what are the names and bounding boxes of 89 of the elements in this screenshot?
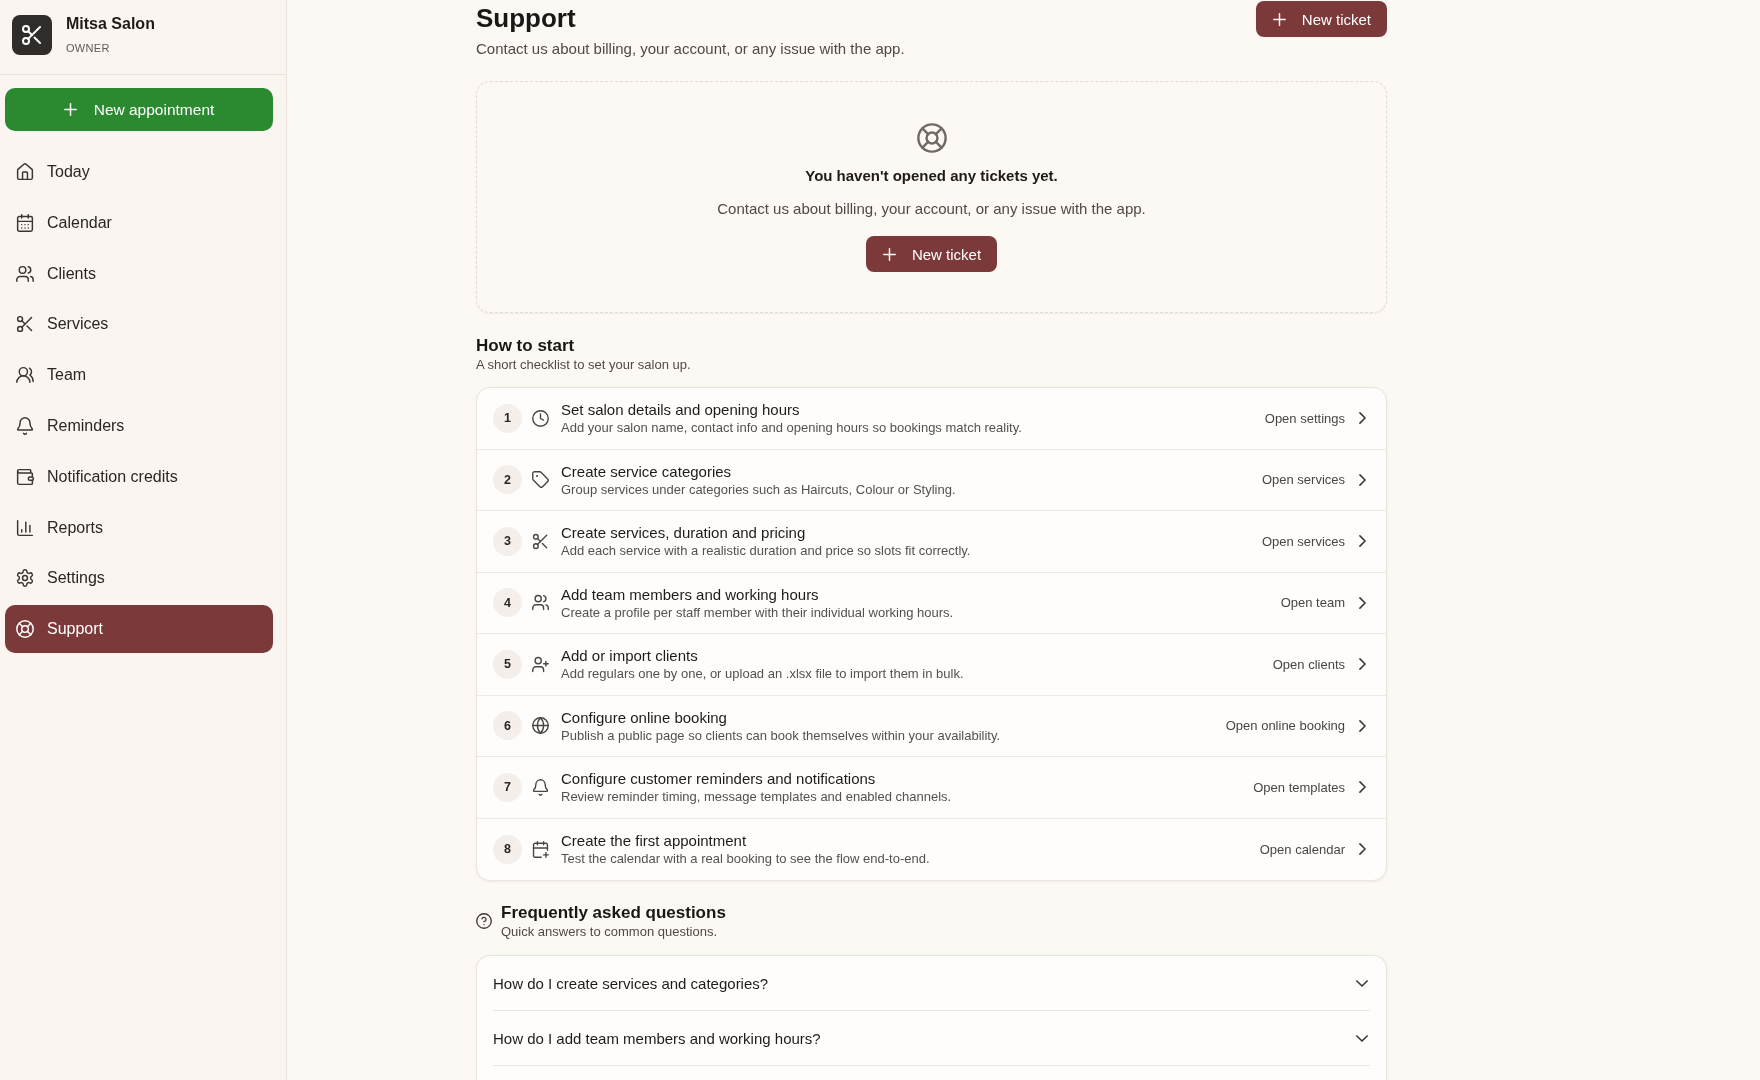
sidebar-item[interactable]: Notification credits [5, 452, 273, 501]
step-description: Add each service with a realistic duration and price so slots fit correctly. [561, 542, 972, 560]
step-number: 8 [493, 834, 522, 864]
calendar-icon [16, 213, 34, 232]
plus-icon [63, 103, 77, 116]
users-icon [532, 594, 549, 612]
chevron-right-icon [1359, 719, 1366, 732]
step-link[interactable]: Open clients [1272, 656, 1366, 672]
chevron-right-icon [1359, 473, 1366, 486]
chevron-right-icon [1359, 843, 1366, 856]
page-title: Support [476, 2, 577, 34]
step-number: 4 [493, 588, 522, 618]
step-link[interactable]: Open services [1261, 472, 1366, 488]
step-link[interactable]: Open templates [1253, 779, 1366, 795]
users-icon [16, 366, 34, 385]
step-title: Set salon details and opening hours [561, 400, 801, 420]
step-description: Add regulars one by one, or upload an .xlsx file to import them in bulk. [561, 665, 965, 683]
step-link[interactable]: Open calendar [1259, 841, 1366, 857]
user-role: OWNER [66, 41, 111, 55]
sidebar-item[interactable]: Reports [5, 503, 273, 552]
faq-item[interactable]: How do I create services and categories? [493, 956, 1370, 1011]
lifebuoy-icon [916, 123, 947, 153]
section-subtitle: Quick answers to common questions. [501, 924, 719, 940]
step-title: Add team members and working hours [561, 584, 820, 604]
users-icon [16, 264, 34, 283]
step-link[interactable]: Open services [1261, 533, 1366, 549]
sidebar-item[interactable]: Services [5, 300, 273, 349]
empty-state-title: You haven't opened any tickets yet. [805, 167, 1058, 185]
section-subtitle: A short checklist to set your salon up. [476, 357, 692, 373]
sidebar-item[interactable]: Today [5, 148, 273, 196]
step-title: Configure online booking [561, 707, 728, 727]
page-subtitle: Contact us about billing, your account, or any issue with the app. [476, 39, 905, 59]
empty-state-description: Contact us about billing, your account, or any issue with the app. [717, 200, 1146, 218]
chevron-right-icon [1359, 535, 1366, 548]
salon-name: Mitsa Salon [66, 14, 155, 34]
step-number: 5 [493, 649, 522, 679]
step-description: Test the calendar with a real booking to see the flow end-to-end. [561, 850, 931, 868]
step-link[interactable]: Open online booking [1225, 718, 1366, 734]
bar-chart-icon [16, 518, 34, 537]
step-number: 7 [493, 772, 522, 802]
section-title: How to start [476, 335, 576, 357]
lifebuoy-icon [16, 620, 34, 639]
plus-icon [1272, 12, 1286, 26]
scissors-icon [16, 315, 34, 334]
step-description: Review reminder timing, message templates and enabled channels. [561, 788, 953, 806]
new-ticket-button[interactable]: New ticket [865, 236, 998, 272]
chevron-right-icon [1359, 412, 1366, 425]
step-number: 2 [493, 465, 522, 495]
step-title: Create the first appointment [561, 831, 748, 851]
chevron-right-icon [1359, 658, 1366, 671]
wallet-icon [16, 467, 34, 486]
new-appointment-button[interactable]: New appointment [5, 88, 273, 131]
step-link[interactable]: Open team [1280, 595, 1366, 611]
new-ticket-button[interactable]: New ticket [1255, 1, 1387, 37]
step-number: 3 [493, 526, 522, 556]
bell-icon [16, 417, 34, 435]
step-title: Configure customer reminders and notifications [561, 769, 877, 789]
sidebar-item[interactable]: Reminders [5, 402, 273, 450]
faq-item[interactable]: How do I add team members and working hours? [493, 1011, 1370, 1066]
help-icon [476, 913, 492, 929]
step-link[interactable]: Open settings [1264, 410, 1366, 426]
step-title: Add or import clients [561, 646, 699, 666]
sidebar-item[interactable]: Clients [5, 249, 273, 298]
sidebar-item[interactable]: Support [5, 605, 273, 654]
bell-icon [532, 778, 549, 796]
sidebar-item[interactable]: Settings [5, 554, 273, 603]
clock-icon [532, 409, 549, 427]
step-number: 1 [493, 403, 522, 433]
step-description: Create a profile per staff member with their individual working hours. [561, 603, 955, 621]
globe-icon [532, 717, 549, 735]
step-title: Create service categories [561, 461, 733, 481]
settings-icon [16, 569, 34, 588]
step-description: Publish a public page so clients can book themselves within your availability. [561, 726, 1002, 744]
step-number: 6 [493, 711, 522, 741]
plus-icon [882, 247, 896, 261]
section-title: Frequently asked questions [501, 902, 726, 924]
step-description: Group services under categories such as Haircuts, Colour or Styling. [561, 480, 957, 498]
user-plus-icon [532, 655, 549, 673]
scissors-logo-icon [12, 15, 52, 55]
tag-icon [532, 471, 549, 489]
scissors-icon [532, 532, 549, 550]
step-title: Create services, duration and pricing [561, 523, 807, 543]
step-description: Add your salon name, contact info and opening hours so bookings match reality. [561, 419, 1023, 437]
sidebar-item[interactable]: Calendar [5, 198, 273, 247]
calendar-plus-icon [532, 840, 549, 858]
home-icon [16, 163, 34, 181]
sidebar-item[interactable]: Team [5, 351, 273, 400]
chevron-right-icon [1359, 596, 1366, 609]
chevron-right-icon [1359, 781, 1366, 794]
